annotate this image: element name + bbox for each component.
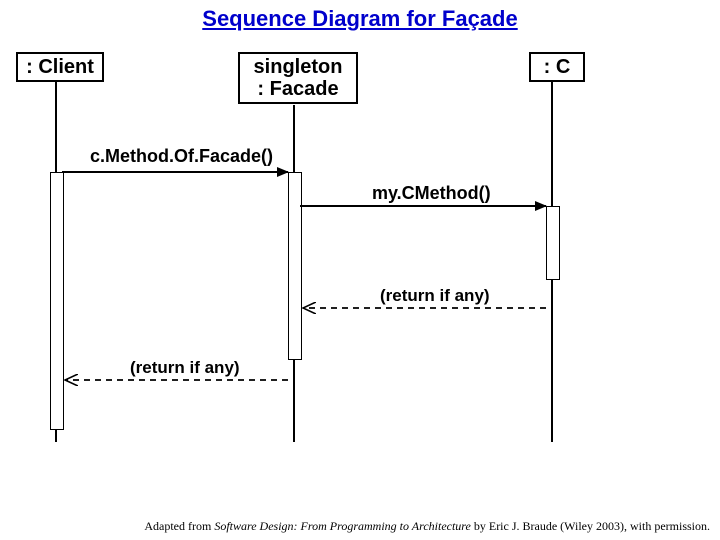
arrows-overlay — [0, 0, 720, 540]
diagram-title: Sequence Diagram for Façade — [0, 6, 720, 32]
activation-facade — [288, 172, 302, 360]
role-c: : C — [529, 52, 585, 82]
footer-credit: Adapted from Software Design: From Progr… — [144, 519, 710, 534]
role-c-label: : C — [544, 56, 571, 78]
footer-book: Software Design: From Programming to Arc… — [214, 519, 471, 533]
role-client-label: : Client — [26, 56, 94, 78]
role-facade: singleton : Facade — [238, 52, 358, 104]
message-call2-label: my.CMethod() — [372, 183, 491, 204]
footer-prefix: Adapted from — [144, 519, 214, 533]
footer-suffix: by Eric J. Braude (Wiley 2003), with per… — [471, 519, 710, 533]
activation-c — [546, 206, 560, 280]
message-return1-label: (return if any) — [380, 286, 490, 306]
role-facade-label2: : Facade — [257, 78, 338, 100]
role-client: : Client — [16, 52, 104, 82]
role-facade-label1: singleton — [254, 56, 343, 78]
activation-client — [50, 172, 64, 430]
message-call1-label: c.Method.Of.Facade() — [90, 146, 273, 167]
message-return2-label: (return if any) — [130, 358, 240, 378]
